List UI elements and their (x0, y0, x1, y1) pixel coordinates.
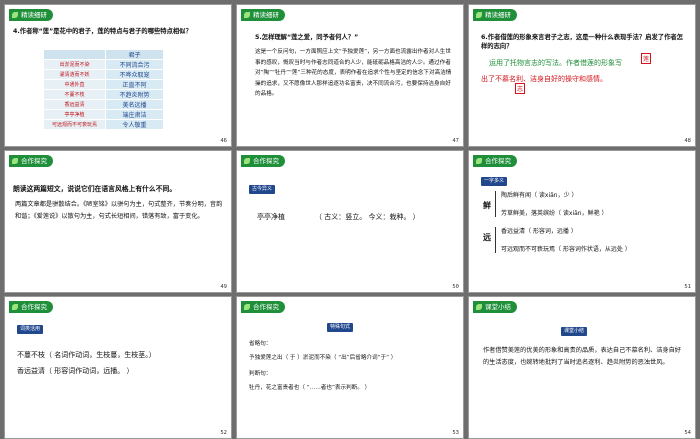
answer-text: 这是一个反问句，一方面照应上文“予独爱莲”，另一方面也流露出作者对人生世事的感叹… (255, 49, 452, 97)
topic-tag: 古今异义 (249, 185, 276, 194)
slide-sorter-grid: 精读细研 4.作者称“莲”是花中的君子，莲的特点与君子的哪些特点相似？ 君子 出… (0, 0, 700, 439)
sentence-type-1: 省略句： (249, 341, 272, 347)
slide-number: 49 (220, 284, 227, 290)
slide-number: 47 (452, 138, 459, 144)
section-badge: 精读细研 (9, 9, 53, 21)
slide-number: 51 (684, 284, 691, 290)
slide-thumbnail-47[interactable]: 精读细研 5.怎样理解“莲之爱，同予者何人？” 这是一个反问句，一方面照应上文“… (236, 4, 464, 147)
slide-thumbnail-46[interactable]: 精读细研 4.作者称“莲”是花中的君子，莲的特点与君子的哪些特点相似？ 君子 出… (4, 4, 232, 147)
table-row: 出淤泥而不染 不同流合污 (43, 59, 164, 70)
slide-number: 48 (684, 138, 691, 144)
slide-number: 54 (684, 430, 691, 436)
section-badge: 合作探究 (473, 155, 517, 167)
section-badge: 课堂小结 (473, 301, 517, 313)
answer-line-2: 出了不慕名利、洁身自好的操守和感情。 (481, 75, 607, 83)
slide-thumbnail-54[interactable]: 课堂小结 课堂小结 作者借赞美莲的优美的形象和高贵的品质，表达自己不慕名利、洁身… (468, 296, 696, 439)
meaning-line-1: 陶后鲜有闻（ 读xiǎn，少 ） (501, 192, 578, 199)
brace-2 (495, 227, 496, 253)
meaning-line-3: 香远益清（ 形容词，远播 ） (501, 228, 577, 235)
table-row: 可远观而不可亵玩焉 令人敬重 (43, 119, 164, 130)
sentence-example-1: 予独爱莲之出（ 于 ）淤泥而不染（ “出”后省略介词“于” ） (249, 355, 397, 361)
question-text: 6.作者借莲的形象来言君子之志，这是一种什么表现手法？启发了作者怎样的志向？ (481, 34, 683, 50)
answer-text: 两篇文章都是骈散结合。《陋室铭》以骈句为主，句式整齐，节奏分明，音韵和谐；《爱莲… (15, 201, 223, 220)
meaning-line-4: 可远观而不可亵玩焉（ 形容词作状语，从远处 ） (501, 246, 631, 253)
meaning-line-2: 芳草鲜美，落英缤纷（ 读xiān，鲜艳 ） (501, 210, 608, 217)
example-word: 亭亭净植 (257, 213, 285, 221)
slide-thumbnail-51[interactable]: 合作探究 一字多义 鲜 远 陶后鲜有闻（ 读xiǎn，少 ） 芳草鲜美，落英缤纷… (468, 150, 696, 293)
example-line-2: 香远益清（ 形容词作动词，远播。 ） (17, 367, 134, 375)
slide-thumbnail-49[interactable]: 合作探究 朗读这两篇短文，说说它们在语言风格上有什么不同。 两篇文章都是骈散结合… (4, 150, 232, 293)
topic-tag: 词类活用 (17, 325, 44, 334)
head-char-2: 远 (483, 233, 491, 242)
slide-thumbnail-50[interactable]: 合作探究 古今异义 亭亭净植 （ 古义：竖立。 今义：栽种。 ） 50 (236, 150, 464, 293)
topic-tag: 特殊句式 (327, 323, 354, 332)
table-row: 不蔓不枝 不趋炎附势 (43, 89, 164, 100)
example-line-1: 不蔓不枝（ 名词作动词，生枝蔓，生枝茎。） (17, 351, 156, 359)
question-text: 4.作者称“莲”是花中的君子，莲的特点与君子的哪些特点相似？ (13, 28, 192, 35)
slide-number: 50 (452, 284, 459, 290)
table-header-row: 君子 (43, 49, 164, 60)
section-badge: 合作探究 (241, 301, 285, 313)
annotation-mark-lotus: 莲 (641, 53, 652, 64)
section-badge: 合作探究 (9, 301, 53, 313)
slide-number: 46 (220, 138, 227, 144)
summary-text: 作者借赞美莲的优美的形象和高贵的品质，表达自己不慕名利、洁身自好的生活态度，也婉… (483, 347, 681, 366)
gloss-text: （ 古义：竖立。 今义：栽种。 ） (315, 213, 420, 221)
section-badge: 合作探究 (241, 155, 285, 167)
slide-thumbnail-48[interactable]: 精读细研 6.作者借莲的形象来言君子之志，这是一种什么表现手法？启发了作者怎样的… (468, 4, 696, 147)
answer-line-1: 运用了托物言志的写法。作者借莲的形象写 (489, 59, 622, 67)
table-row: 香远益清 美名远播 (43, 99, 164, 110)
table-row: 中通外直 正直不阿 (43, 79, 164, 90)
section-badge: 合作探究 (9, 155, 53, 167)
section-badge: 精读细研 (241, 9, 285, 21)
brace-1 (495, 191, 496, 217)
topic-tag: 一字多义 (481, 177, 508, 186)
slide-thumbnail-53[interactable]: 合作探究 特殊句式 省略句： 予独爱莲之出（ 于 ）淤泥而不染（ “出”后省略介… (236, 296, 464, 439)
head-char-1: 鲜 (483, 201, 491, 210)
slide-number: 52 (220, 430, 227, 436)
slide-number: 53 (452, 430, 459, 436)
question-text: 5.怎样理解“莲之爱，同予者何人？” (255, 34, 359, 41)
question-text: 朗读这两篇短文，说说它们在语言风格上有什么不同。 (13, 185, 177, 193)
slide-thumbnail-52[interactable]: 合作探究 词类活用 不蔓不枝（ 名词作动词，生枝蔓，生枝茎。） 香远益清（ 形容… (4, 296, 232, 439)
topic-tag: 课堂小结 (561, 327, 588, 336)
comparison-table: 君子 出淤泥而不染 不同流合污 濯清涟而不妖 不哗众取宠 中通外直 正直不阿 不蔓不枝… (43, 49, 164, 130)
table-row: 濯清涟而不妖 不哗众取宠 (43, 69, 164, 80)
section-badge: 精读细研 (473, 9, 517, 21)
table-row: 亭亭净植 端庄肃洁 (43, 109, 164, 120)
annotation-mark-ambition: 志 (515, 83, 526, 94)
sentence-type-2: 判断句： (249, 371, 272, 377)
sentence-example-2: 牡丹，花之富贵者也（ “……者也”表示判断。 ） (249, 385, 371, 391)
